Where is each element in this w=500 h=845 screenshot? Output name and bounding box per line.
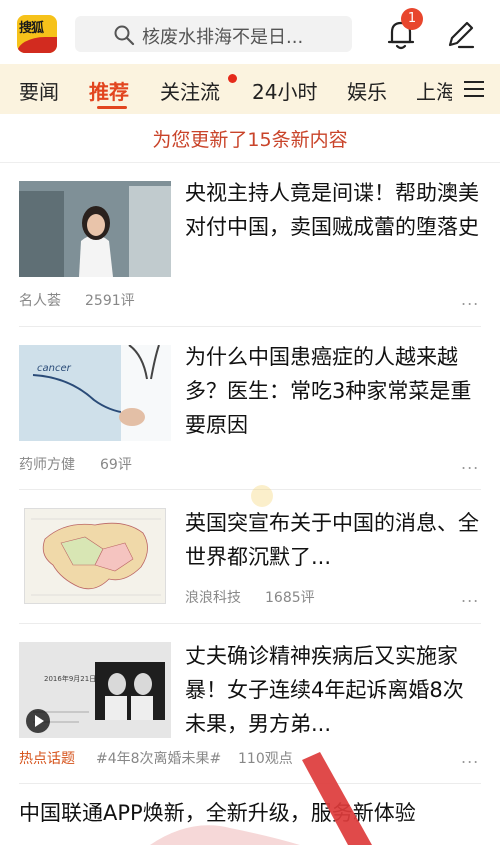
article-source: 名人荟 (19, 293, 61, 309)
article-thumbnail (24, 508, 166, 604)
divider (19, 489, 481, 490)
divider (19, 623, 481, 624)
search-placeholder: 核废水排海不是日... (142, 27, 304, 48)
article-thumbnail: 2016年9月21日 (19, 642, 171, 738)
article-source: 药师方健 (19, 457, 75, 473)
next-article-title[interactable]: 中国联通APP焕新，全新升级，服务新体验 (19, 797, 416, 827)
article-thumbnail: cancer (19, 345, 171, 441)
article-title[interactable]: 英国突宣布关于中国的消息、全世界都沉默了... (185, 506, 483, 574)
article-thumbnail (19, 181, 171, 277)
thumbnail-date: 2016年9月21日 (44, 675, 97, 683)
logo-text: 搜狐 (19, 21, 44, 36)
tab-recommended[interactable]: 推荐 (89, 76, 129, 105)
menu-icon-line (464, 81, 484, 83)
play-button[interactable] (26, 709, 50, 733)
tab-following[interactable]: 关注流 (160, 76, 220, 105)
channel-menu-button[interactable] (452, 64, 500, 114)
topic-hashtag[interactable]: #4年8次离婚未果# (96, 748, 221, 768)
channel-tabs: 要闻 推荐 关注流 24小时 娱乐 上海 (0, 64, 500, 114)
search-icon (114, 25, 135, 46)
comment-count: 69评 (100, 457, 132, 473)
article-title[interactable]: 丈夫确诊精神疾病后又实施家暴！女子连续4年起诉离婚8次未果，男方弟... (185, 639, 483, 741)
tab-entertainment[interactable]: 娱乐 (347, 76, 387, 105)
more-options-icon[interactable]: ... (461, 587, 479, 606)
hot-topic-tag[interactable]: 热点话题 (19, 748, 75, 768)
divider (19, 326, 481, 327)
divider (19, 783, 481, 784)
logo-wave (17, 37, 57, 53)
play-icon (35, 715, 44, 727)
more-options-icon[interactable]: ... (461, 290, 479, 309)
divider (0, 162, 500, 163)
notification-badge: 1 (401, 8, 423, 30)
article-title[interactable]: 央视主持人竟是间谍！帮助澳美对付中国，卖国贼成蕾的堕落史 (185, 176, 483, 244)
tab-24-hours[interactable]: 24小时 (252, 76, 317, 105)
sohu-logo[interactable]: 搜狐 (17, 15, 57, 53)
more-options-icon[interactable]: ... (461, 748, 479, 767)
edit-icon[interactable] (445, 18, 477, 50)
tab-headlines[interactable]: 要闻 (19, 76, 59, 105)
menu-icon-line (464, 88, 484, 90)
following-dot (228, 74, 237, 83)
update-notice: 为您更新了15条新内容 (152, 129, 348, 151)
active-tab-indicator (97, 106, 127, 109)
view-count: 110观点 (238, 751, 293, 767)
tab-shanghai[interactable]: 上海 (416, 76, 456, 105)
more-options-icon[interactable]: ... (461, 454, 479, 473)
menu-icon-line (464, 95, 484, 97)
thumbnail-text: cancer (37, 363, 71, 374)
top-bar: 搜狐 核废水排海不是日... 1 (0, 0, 500, 64)
comment-count: 1685评 (265, 590, 315, 606)
article-title[interactable]: 为什么中国患癌症的人越来越多？医生：常吃3种家常菜是重要原因 (185, 340, 483, 442)
article-source: 浪浪科技 (185, 590, 241, 606)
search-input[interactable]: 核废水排海不是日... (75, 16, 352, 52)
comment-count: 2591评 (85, 293, 135, 309)
